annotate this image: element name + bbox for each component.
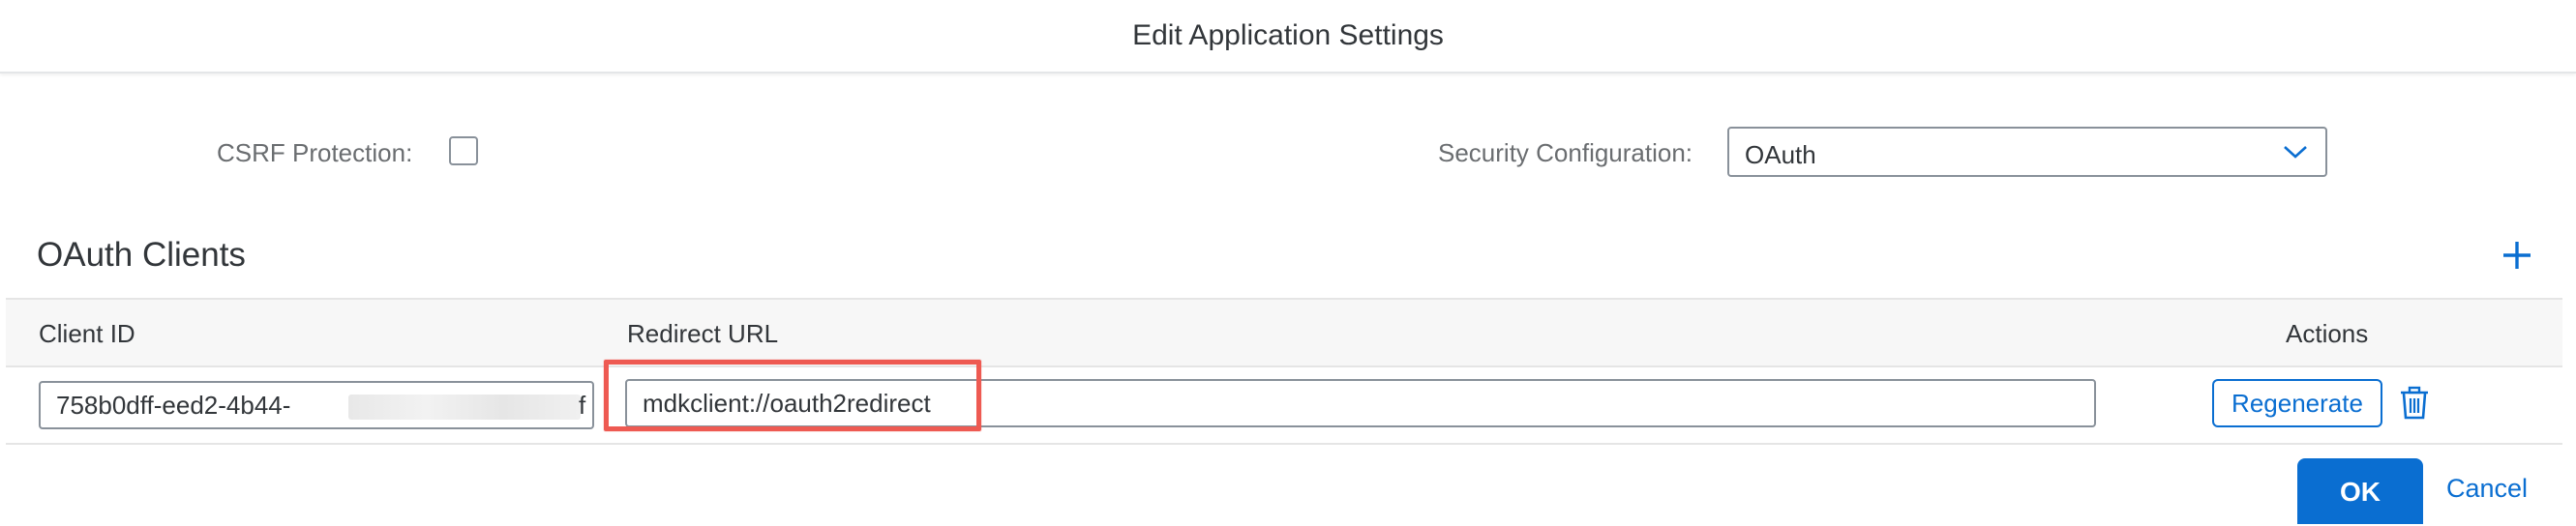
redacted-segment (348, 394, 581, 420)
cancel-button[interactable]: Cancel (2446, 474, 2528, 504)
client-id-visible-start: 758b0dff-eed2-4b44- (56, 391, 291, 420)
column-header-client-id: Client ID (39, 319, 135, 348)
csrf-checkbox[interactable] (449, 136, 478, 165)
ok-button[interactable]: OK (2297, 458, 2423, 524)
column-header-redirect-url: Redirect URL (627, 319, 779, 348)
security-config-select[interactable]: OAuth (1727, 127, 2327, 177)
add-icon[interactable] (2501, 239, 2533, 272)
security-config-label: Security Configuration: (1438, 138, 1693, 167)
dialog-title: Edit Application Settings (1132, 19, 1444, 51)
oauth-clients-title: OAuth Clients (37, 236, 246, 274)
trash-icon[interactable] (2398, 386, 2431, 421)
chevron-down-icon (2284, 146, 2307, 159)
highlight-box (604, 360, 981, 431)
csrf-label: CSRF Protection: (217, 138, 413, 167)
security-config-value: OAuth (1745, 140, 1816, 169)
dialog-header: Edit Application Settings (0, 0, 2576, 73)
regenerate-button[interactable]: Regenerate (2212, 379, 2382, 427)
client-id-visible-end: f (579, 391, 586, 420)
table-header: Client ID Redirect URL Actions (6, 298, 2562, 367)
client-id-field[interactable]: 758b0dff-eed2-4b44- f (39, 381, 594, 429)
column-header-actions: Actions (2286, 319, 2369, 348)
